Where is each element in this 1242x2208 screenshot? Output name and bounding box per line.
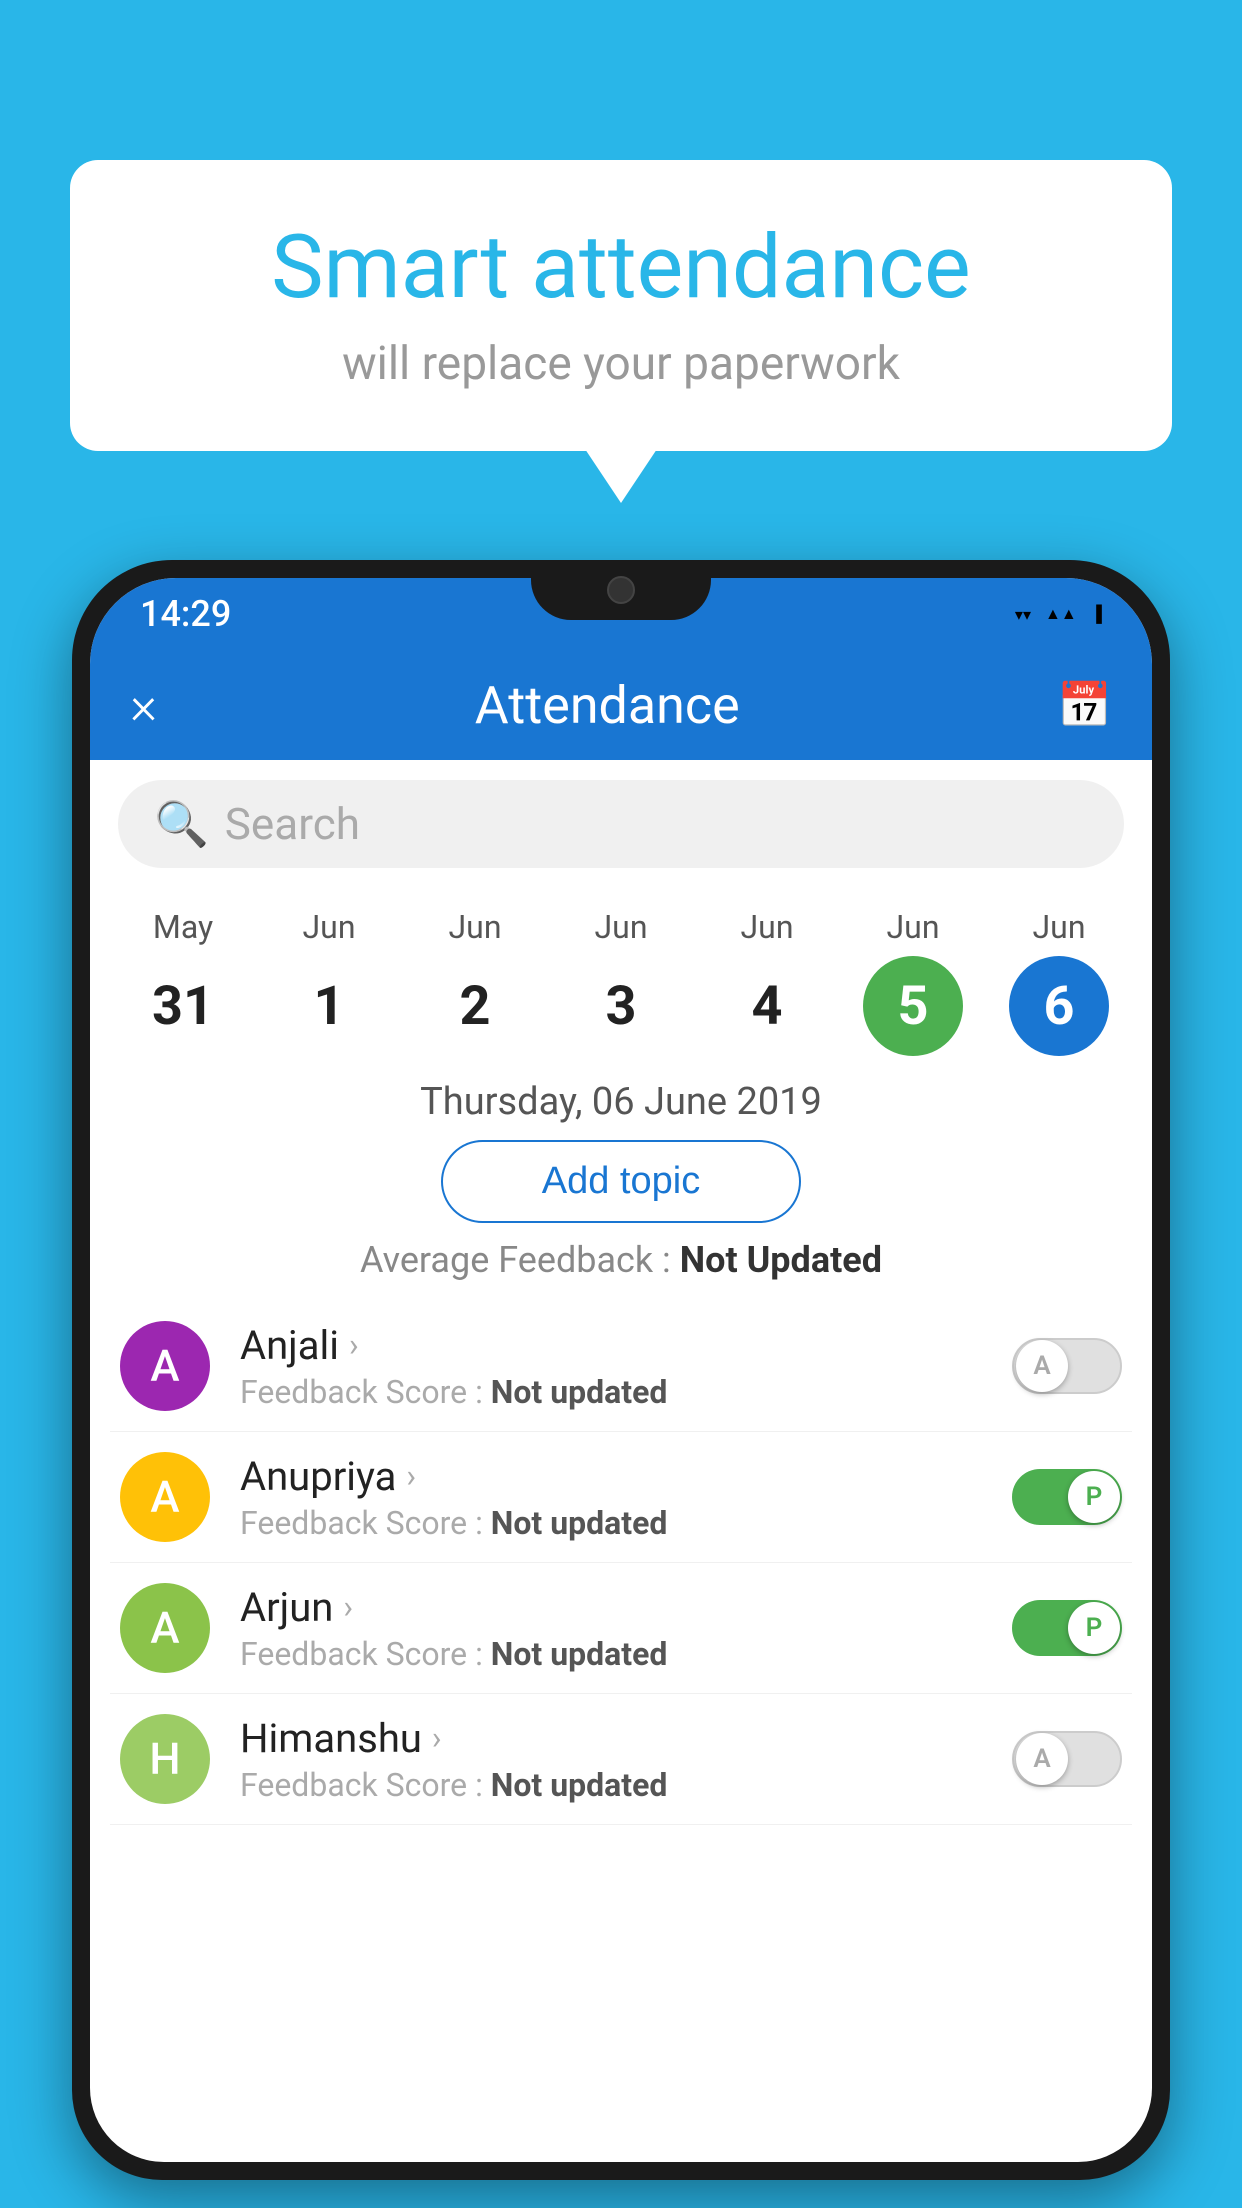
- avatar-3: H: [120, 1714, 210, 1804]
- close-button[interactable]: ×: [130, 675, 157, 736]
- toggle-container-1[interactable]: P: [1012, 1469, 1122, 1525]
- cal-num-5[interactable]: 5: [863, 956, 963, 1056]
- toggle-2[interactable]: P: [1012, 1600, 1122, 1656]
- student-info-0: Anjali › Feedback Score : Not updated: [240, 1322, 1012, 1411]
- avg-feedback-value: Not Updated: [680, 1239, 882, 1281]
- bubble-subtitle: will replace your paperwork: [150, 337, 1092, 391]
- calendar-day-3[interactable]: Jun 3: [556, 908, 686, 1056]
- student-info-3: Himanshu › Feedback Score : Not updated: [240, 1715, 1012, 1804]
- student-info-1: Anupriya › Feedback Score : Not updated: [240, 1453, 1012, 1542]
- toggle-knob-2: P: [1068, 1602, 1120, 1654]
- cal-month-6: Jun: [1033, 908, 1086, 946]
- student-name-1: Anupriya ›: [240, 1453, 1012, 1500]
- search-bar[interactable]: 🔍 Search: [118, 780, 1124, 868]
- avg-feedback: Average Feedback : Not Updated: [90, 1239, 1152, 1281]
- search-placeholder: Search: [225, 798, 360, 850]
- student-name-3: Himanshu ›: [240, 1715, 1012, 1762]
- wifi-icon: ▾▾: [1015, 605, 1031, 624]
- cal-month-0: May: [153, 908, 213, 946]
- selected-date: Thursday, 06 June 2019: [90, 1080, 1152, 1124]
- cal-month-2: Jun: [449, 908, 502, 946]
- calendar-icon[interactable]: 📅: [1057, 679, 1112, 731]
- signal-icon: ▲▲: [1045, 604, 1077, 624]
- cal-num-4[interactable]: 4: [717, 956, 817, 1056]
- cal-num-6[interactable]: 6: [1009, 956, 1109, 1056]
- toggle-container-3[interactable]: A: [1012, 1731, 1122, 1787]
- toggle-container-0[interactable]: A: [1012, 1338, 1122, 1394]
- cal-month-3: Jun: [595, 908, 648, 946]
- student-name-2: Arjun ›: [240, 1584, 1012, 1631]
- app-header: × Attendance 📅: [90, 650, 1152, 760]
- chevron-icon-2: ›: [343, 1588, 353, 1626]
- cal-num-3[interactable]: 3: [571, 956, 671, 1056]
- student-info-2: Arjun › Feedback Score : Not updated: [240, 1584, 1012, 1673]
- phone-screen: 14:29 ▾▾ ▲▲ ▐ × Attendance 📅 🔍 Search: [90, 578, 1152, 2162]
- chevron-icon-3: ›: [432, 1719, 442, 1757]
- calendar-day-6[interactable]: Jun 6: [994, 908, 1124, 1056]
- student-feedback-1: Feedback Score : Not updated: [240, 1504, 1012, 1542]
- cal-month-1: Jun: [303, 908, 356, 946]
- student-feedback-3: Feedback Score : Not updated: [240, 1766, 1012, 1804]
- calendar-day-5[interactable]: Jun 5: [848, 908, 978, 1056]
- cal-num-2[interactable]: 2: [425, 956, 525, 1056]
- toggle-knob-3: A: [1016, 1733, 1068, 1785]
- student-item-0[interactable]: AAnjali ›Feedback Score : Not updatedA: [110, 1301, 1132, 1432]
- toggle-container-2[interactable]: P: [1012, 1600, 1122, 1656]
- calendar-strip: May 31 Jun 1 Jun 2 Jun 3 Jun 4 Jun 5 Jun 6: [90, 888, 1152, 1056]
- phone-outer: 14:29 ▾▾ ▲▲ ▐ × Attendance 📅 🔍 Search: [72, 560, 1170, 2180]
- avatar-1: A: [120, 1452, 210, 1542]
- avatar-2: A: [120, 1583, 210, 1673]
- header-title: Attendance: [475, 675, 740, 736]
- battery-icon: ▐: [1091, 604, 1102, 624]
- status-time: 14:29: [140, 593, 231, 635]
- calendar-day-1[interactable]: Jun 1: [264, 908, 394, 1056]
- student-list: AAnjali ›Feedback Score : Not updatedAAA…: [90, 1301, 1152, 1825]
- student-item-1[interactable]: A Anupriya › Feedback Score : Not updated P: [110, 1432, 1132, 1563]
- toggle-0[interactable]: A: [1012, 1338, 1122, 1394]
- student-item-3[interactable]: H Himanshu › Feedback Score : Not updatedA: [110, 1694, 1132, 1825]
- toggle-knob-0: A: [1016, 1340, 1068, 1392]
- search-icon: 🔍: [154, 798, 209, 850]
- cal-month-4: Jun: [741, 908, 794, 946]
- student-item-2[interactable]: A Arjun › Feedback Score : Not updated P: [110, 1563, 1132, 1694]
- cal-month-5: Jun: [887, 908, 940, 946]
- toggle-3[interactable]: A: [1012, 1731, 1122, 1787]
- calendar-day-0[interactable]: May 31: [118, 908, 248, 1056]
- toggle-1[interactable]: P: [1012, 1469, 1122, 1525]
- add-topic-button[interactable]: Add topic: [441, 1140, 801, 1223]
- chevron-icon-0: ›: [349, 1326, 359, 1364]
- calendar-day-4[interactable]: Jun 4: [702, 908, 832, 1056]
- phone-mockup: 14:29 ▾▾ ▲▲ ▐ × Attendance 📅 🔍 Search: [72, 560, 1170, 2208]
- toggle-knob-1: P: [1068, 1471, 1120, 1523]
- chevron-icon-1: ›: [406, 1457, 416, 1495]
- calendar-day-2[interactable]: Jun 2: [410, 908, 540, 1056]
- speech-bubble: Smart attendance will replace your paper…: [70, 160, 1172, 451]
- cal-num-1[interactable]: 1: [279, 956, 379, 1056]
- student-feedback-0: Feedback Score : Not updated: [240, 1373, 1012, 1411]
- student-feedback-2: Feedback Score : Not updated: [240, 1635, 1012, 1673]
- camera-dot: [607, 576, 635, 604]
- speech-bubble-container: Smart attendance will replace your paper…: [70, 160, 1172, 451]
- student-name-0: Anjali ›: [240, 1322, 1012, 1369]
- phone-notch: [531, 560, 711, 620]
- avg-feedback-label: Average Feedback :: [360, 1239, 680, 1281]
- avatar-0: A: [120, 1321, 210, 1411]
- bubble-title: Smart attendance: [150, 220, 1092, 317]
- cal-num-0[interactable]: 31: [133, 956, 233, 1056]
- status-icons: ▾▾ ▲▲ ▐: [1015, 604, 1102, 624]
